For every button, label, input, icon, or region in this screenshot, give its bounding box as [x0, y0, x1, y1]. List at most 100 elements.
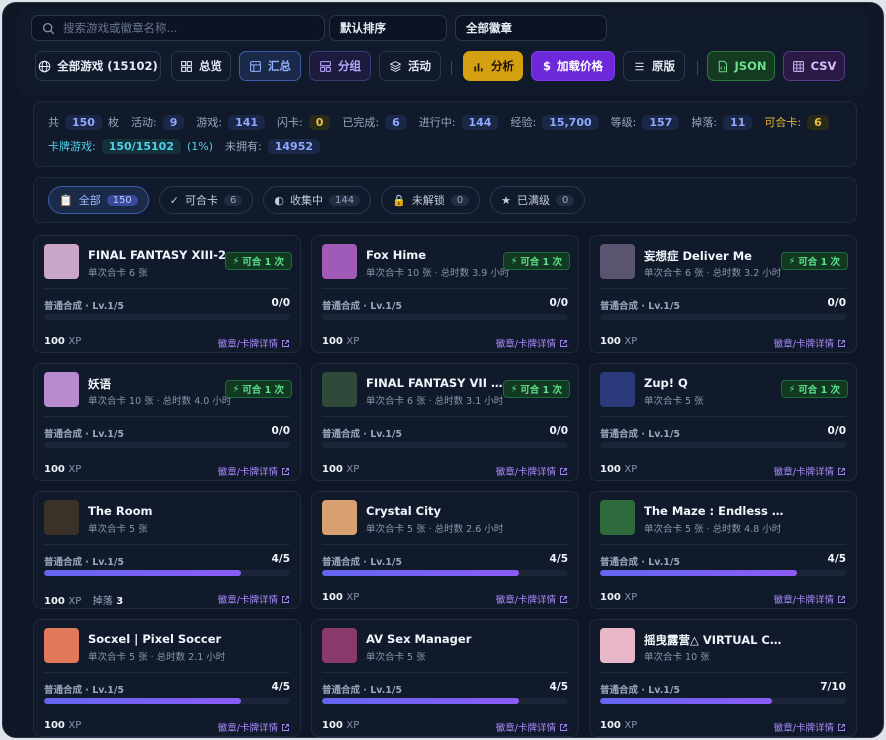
- divider: [600, 288, 846, 289]
- game-thumbnail[interactable]: [322, 500, 357, 535]
- detail-link[interactable]: 徽章/卡牌详情: [774, 592, 846, 606]
- badge-card[interactable]: FINAL FANTASY XIII-2 单次合卡 6 张 ⚡ 可合 1 次 普通…: [33, 235, 301, 353]
- filter-tabs: 📋 全部 150 ✓ 可合卡 6 ◐ 收集中 144 🔒 未解锁 0 ★ 已满级…: [33, 177, 857, 223]
- detail-link[interactable]: 徽章/卡牌详情: [496, 336, 568, 350]
- badge-card[interactable]: 妖语 单次合卡 10 张 · 总时数 4.0 小时 ⚡ 可合 1 次 普通合成 ·…: [33, 363, 301, 481]
- detail-link[interactable]: 徽章/卡牌详情: [218, 336, 290, 350]
- group-button[interactable]: 分组: [309, 51, 371, 81]
- detail-link[interactable]: 徽章/卡牌详情: [218, 592, 290, 606]
- game-thumbnail[interactable]: [600, 372, 635, 407]
- analysis-label: 分析: [491, 59, 514, 73]
- drops-value: 3: [116, 596, 124, 607]
- export-json-button[interactable]: JSON: [707, 51, 775, 81]
- detail-link[interactable]: 徽章/卡牌详情: [774, 464, 846, 478]
- games-stat-value: 141: [228, 114, 266, 130]
- detail-link[interactable]: 徽章/卡牌详情: [496, 720, 568, 734]
- tab-all[interactable]: 📋 全部 150: [48, 186, 149, 214]
- stats-panel: 共 150 枚 活动: 9 游戏: 141 闪卡: 0 已完成: 6 进行中: …: [33, 101, 857, 167]
- game-thumbnail[interactable]: [322, 628, 357, 663]
- xp-unit: XP: [68, 336, 82, 347]
- stats-row-main: 共 150 枚 活动: 9 游戏: 141 闪卡: 0 已完成: 6 进行中: …: [48, 112, 842, 132]
- xp-info: 100 XP: [322, 720, 359, 731]
- divider: [44, 288, 290, 289]
- tab-label: 全部: [78, 194, 101, 207]
- tab-craftable[interactable]: ✓ 可合卡 6: [158, 186, 254, 214]
- badge-card[interactable]: The Room 单次合卡 5 张 普通合成 · Lv.1/5 4/5 100 …: [33, 491, 301, 609]
- external-link-icon: [560, 339, 567, 347]
- badge-card[interactable]: 摇曳露营△ VIRTUAL CAMP ～山麓露营... 单次合卡 10 张 普通…: [589, 619, 857, 737]
- lightning-icon: ⚡: [510, 383, 518, 395]
- activity-label: 活动: [408, 59, 431, 73]
- card-games-percent: (1%): [186, 139, 214, 153]
- analysis-button[interactable]: 分析: [463, 51, 523, 81]
- craftable-badge: ⚡ 可合 1 次: [780, 252, 848, 270]
- bar-chart-icon: [474, 62, 483, 71]
- game-meta: 单次合卡 10 张: [644, 652, 710, 663]
- all-games-button[interactable]: 全部游戏 (15102): [35, 51, 161, 81]
- badge-card[interactable]: AV Sex Manager 单次合卡 5 张 普通合成 · Lv.1/5 4/…: [311, 619, 579, 737]
- progress-bar: [600, 698, 846, 704]
- progress-fill: [600, 570, 797, 576]
- game-thumbnail[interactable]: [44, 372, 79, 407]
- xp-unit: XP: [68, 596, 82, 607]
- badge-filter-select[interactable]: 全部徽章: [455, 15, 607, 41]
- badge-card[interactable]: Crystal City 单次合卡 5 张 · 总时数 2.6 小时 普通合成 …: [311, 491, 579, 609]
- detail-link-label: 徽章/卡牌详情: [495, 339, 556, 350]
- lightning-icon: ⚡: [232, 255, 240, 267]
- search-input[interactable]: 搜索游戏或徽章名称...: [31, 15, 325, 41]
- load-price-button[interactable]: $ 加载价格: [531, 51, 615, 81]
- detail-link[interactable]: 徽章/卡牌详情: [774, 720, 846, 734]
- detail-link-label: 徽章/卡牌详情: [495, 723, 556, 734]
- original-button[interactable]: 原版: [623, 51, 685, 81]
- badge-card[interactable]: FINAL FANTASY VII RE... 单次合卡 6 张 · 总时数 3…: [311, 363, 579, 481]
- unowned-label: 未拥有:: [225, 140, 262, 153]
- tab-count: 144: [329, 194, 361, 206]
- badge-card[interactable]: 妄想症 Deliver Me 单次合卡 6 张 · 总时数 3.2 小时 ⚡ 可合…: [589, 235, 857, 353]
- craftable-label: 可合 1 次: [242, 257, 284, 268]
- divider: [322, 288, 568, 289]
- detail-link[interactable]: 徽章/卡牌详情: [496, 464, 568, 478]
- detail-link-label: 徽章/卡牌详情: [773, 595, 834, 606]
- progress-value: 0/0: [549, 297, 568, 309]
- game-meta: 单次合卡 6 张 · 总时数 3.2 小时: [644, 268, 782, 279]
- badge-card[interactable]: Zup! Q 单次合卡 5 张 ⚡ 可合 1 次 普通合成 · Lv.1/5 0/…: [589, 363, 857, 481]
- overview-button[interactable]: 总览: [171, 51, 231, 81]
- game-thumbnail[interactable]: [600, 244, 635, 279]
- tab-maxed[interactable]: ★ 已满级 0: [490, 186, 586, 214]
- xp-unit: XP: [346, 720, 360, 731]
- tab-label: 未解锁: [411, 194, 445, 207]
- activity-button[interactable]: 活动: [379, 51, 441, 81]
- tab-collecting[interactable]: ◐ 收集中 144: [263, 186, 372, 214]
- craftable-label: 可合 1 次: [798, 385, 840, 396]
- summary-button[interactable]: 汇总: [239, 51, 301, 81]
- export-csv-button[interactable]: CSV: [783, 51, 845, 81]
- game-thumbnail[interactable]: [600, 500, 635, 535]
- progress-bar: [600, 570, 846, 576]
- craftable-badge: ⚡ 可合 1 次: [224, 380, 292, 398]
- sort-select[interactable]: 默认排序: [329, 15, 447, 41]
- detail-link[interactable]: 徽章/卡牌详情: [218, 720, 290, 734]
- game-thumbnail[interactable]: [600, 628, 635, 663]
- game-thumbnail[interactable]: [44, 500, 79, 535]
- badge-card[interactable]: Socxel | Pixel Soccer 单次合卡 5 张 · 总时数 2.1…: [33, 619, 301, 737]
- games-stat-label: 游戏:: [196, 116, 223, 129]
- toolbar-panel: 搜索游戏或徽章名称... 默认排序 全部徽章 全部游戏 (15102) 总览 汇…: [17, 9, 869, 95]
- craftable-badge: ⚡ 可合 1 次: [224, 252, 292, 270]
- progress-label: 普通合成 · Lv.1/5: [322, 301, 402, 312]
- detail-link[interactable]: 徽章/卡牌详情: [774, 336, 846, 350]
- progress-bar: [322, 698, 568, 704]
- progress-fill: [600, 698, 773, 704]
- badge-card[interactable]: The Maze : Endless nightmare 单次合卡 5 张 · …: [589, 491, 857, 609]
- xp-value: 100: [44, 596, 65, 607]
- game-thumbnail[interactable]: [322, 372, 357, 407]
- game-thumbnail[interactable]: [44, 244, 79, 279]
- badge-card[interactable]: Fox Hime 单次合卡 10 张 · 总时数 3.9 小时 ⚡ 可合 1 次 …: [311, 235, 579, 353]
- progress-value: 4/5: [549, 681, 568, 693]
- game-thumbnail[interactable]: [44, 628, 79, 663]
- tab-locked[interactable]: 🔒 未解锁 0: [381, 186, 481, 214]
- game-thumbnail[interactable]: [322, 244, 357, 279]
- detail-link[interactable]: 徽章/卡牌详情: [218, 464, 290, 478]
- tab-count: 0: [556, 194, 575, 206]
- detail-link[interactable]: 徽章/卡牌详情: [496, 592, 568, 606]
- total-label: 共: [48, 116, 59, 129]
